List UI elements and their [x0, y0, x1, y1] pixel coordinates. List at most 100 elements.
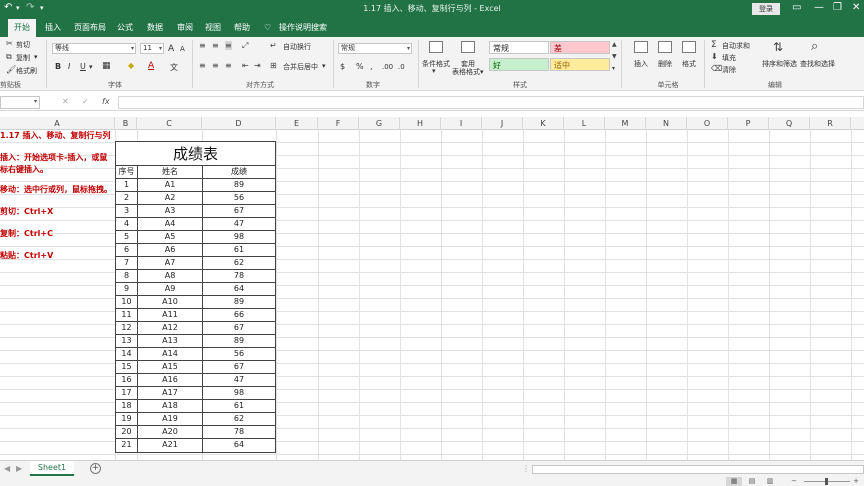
tab-page-layout[interactable]: 页面布局: [70, 19, 110, 37]
merge-center-button[interactable]: 合并后居中: [283, 62, 318, 72]
next-sheet-icon[interactable]: ▶: [16, 464, 22, 473]
cell-score[interactable]: 56: [203, 192, 275, 204]
percent-button[interactable]: %: [356, 62, 364, 71]
column-header-c[interactable]: C: [137, 117, 202, 130]
cell-index[interactable]: 3: [116, 205, 138, 217]
add-sheet-icon[interactable]: +: [90, 463, 101, 474]
cell-name[interactable]: A12: [138, 322, 203, 334]
styles-more-icon[interactable]: ▾: [612, 65, 615, 72]
font-name-select[interactable]: 等线 ▾: [52, 43, 136, 54]
header-index[interactable]: 序号: [116, 166, 138, 178]
worksheet-grid[interactable]: 1.17 插入、移动、复制行与列 插入：开始选项卡-插入，或鼠 标右键插入。 移…: [0, 130, 864, 460]
cell-index[interactable]: 20: [116, 426, 138, 438]
cell-name[interactable]: A13: [138, 335, 203, 347]
minimize-button[interactable]: —: [814, 2, 824, 13]
header-score[interactable]: 成绩: [203, 166, 275, 178]
cell-index[interactable]: 13: [116, 335, 138, 347]
copy-button[interactable]: 复制: [16, 53, 30, 63]
cell-name[interactable]: A17: [138, 387, 203, 399]
style-bad[interactable]: 差: [550, 41, 610, 54]
cell-score[interactable]: 67: [203, 361, 275, 373]
cell-name[interactable]: A2: [138, 192, 203, 204]
cell-name[interactable]: A9: [138, 283, 203, 295]
number-format-select[interactable]: 常规 ▾: [338, 43, 412, 54]
indent-increase-icon[interactable]: ⇥: [254, 61, 261, 70]
cancel-icon[interactable]: ✕: [62, 97, 69, 106]
column-header-m[interactable]: M: [605, 117, 646, 130]
insert-cells-button[interactable]: 插入: [634, 59, 648, 69]
cell-index[interactable]: 17: [116, 387, 138, 399]
cell-index[interactable]: 2: [116, 192, 138, 204]
delete-cells-button[interactable]: 删除: [658, 59, 672, 69]
sheet-tab-sheet1[interactable]: Sheet1: [30, 461, 74, 476]
zoom-out-icon[interactable]: −: [786, 477, 802, 486]
login-button[interactable]: 登录: [752, 3, 780, 15]
column-header-r[interactable]: R: [810, 117, 851, 130]
cell-index[interactable]: 9: [116, 283, 138, 295]
formula-input[interactable]: [118, 96, 864, 109]
cell-index[interactable]: 7: [116, 257, 138, 269]
cell-score[interactable]: 78: [203, 426, 275, 438]
align-bottom-icon[interactable]: ≡: [225, 41, 232, 50]
tab-insert[interactable]: 插入: [40, 19, 66, 37]
cell-score[interactable]: 64: [203, 283, 275, 295]
tab-review[interactable]: 审阅: [172, 19, 198, 37]
autosum-button[interactable]: 自动求和: [722, 41, 750, 51]
cell-score[interactable]: 89: [203, 296, 275, 308]
zoom-slider-thumb[interactable]: [825, 478, 828, 485]
conditional-format-dropdown-icon[interactable]: ▾: [432, 67, 436, 75]
column-header-k[interactable]: K: [523, 117, 564, 130]
underline-button[interactable]: U: [80, 62, 86, 71]
cell-name[interactable]: A3: [138, 205, 203, 217]
close-button[interactable]: ✕: [852, 2, 860, 13]
column-header-b[interactable]: B: [115, 117, 137, 130]
note-move[interactable]: 移动：选中行或列，鼠标拖拽。: [0, 184, 112, 195]
cell-name[interactable]: A10: [138, 296, 203, 308]
ribbon-display-icon[interactable]: ▭: [792, 2, 801, 13]
format-cells-button[interactable]: 格式: [682, 59, 696, 69]
cell-index[interactable]: 14: [116, 348, 138, 360]
comma-button[interactable]: ,: [370, 62, 373, 71]
cell-index[interactable]: 12: [116, 322, 138, 334]
sort-filter-button[interactable]: 排序和筛选: [762, 59, 797, 69]
note-title[interactable]: 1.17 插入、移动、复制行与列: [0, 130, 111, 141]
cell-index[interactable]: 8: [116, 270, 138, 282]
border-icon[interactable]: ▦: [102, 61, 111, 71]
name-box[interactable]: ▾: [0, 96, 40, 109]
cell-score[interactable]: 64: [203, 439, 275, 452]
tab-data[interactable]: 数据: [142, 19, 168, 37]
grow-font-button[interactable]: A: [168, 44, 174, 54]
underline-dropdown-icon[interactable]: ▾: [89, 63, 93, 71]
cell-score[interactable]: 98: [203, 231, 275, 243]
note-paste[interactable]: 粘贴：Ctrl+V: [0, 250, 53, 261]
format-painter-button[interactable]: 格式刷: [16, 66, 37, 76]
column-header-g[interactable]: G: [359, 117, 400, 130]
enter-icon[interactable]: ✓: [82, 97, 89, 106]
cell-index[interactable]: 6: [116, 244, 138, 256]
indent-decrease-icon[interactable]: ⇤: [242, 61, 249, 70]
align-left-icon[interactable]: ≡: [199, 61, 206, 70]
note-copy[interactable]: 复制：Ctrl+C: [0, 228, 53, 239]
cell-score[interactable]: 62: [203, 413, 275, 425]
column-header-j[interactable]: J: [482, 117, 523, 130]
cell-score[interactable]: 78: [203, 270, 275, 282]
align-middle-icon[interactable]: ≡: [212, 41, 219, 50]
page-break-view-icon[interactable]: ▥: [762, 477, 778, 486]
horizontal-scrollbar[interactable]: [532, 465, 864, 474]
cell-name[interactable]: A16: [138, 374, 203, 386]
cell-name[interactable]: A15: [138, 361, 203, 373]
tell-me-search[interactable]: 操作说明搜索: [279, 19, 327, 37]
tab-home[interactable]: 开始: [8, 19, 36, 37]
cell-score[interactable]: 66: [203, 309, 275, 321]
note-insert[interactable]: 插入：开始选项卡-插入，或鼠: [0, 152, 107, 163]
merge-dropdown-icon[interactable]: ▾: [322, 62, 326, 70]
prev-sheet-icon[interactable]: ◀: [4, 464, 10, 473]
style-good[interactable]: 好: [489, 58, 549, 71]
column-header-i[interactable]: I: [441, 117, 482, 130]
find-select-button[interactable]: 查找和选择: [800, 59, 835, 69]
cell-name[interactable]: A21: [138, 439, 203, 452]
column-header-n[interactable]: N: [646, 117, 687, 130]
tab-help[interactable]: 帮助: [229, 19, 255, 37]
cell-score[interactable]: 47: [203, 218, 275, 230]
cell-name[interactable]: A20: [138, 426, 203, 438]
